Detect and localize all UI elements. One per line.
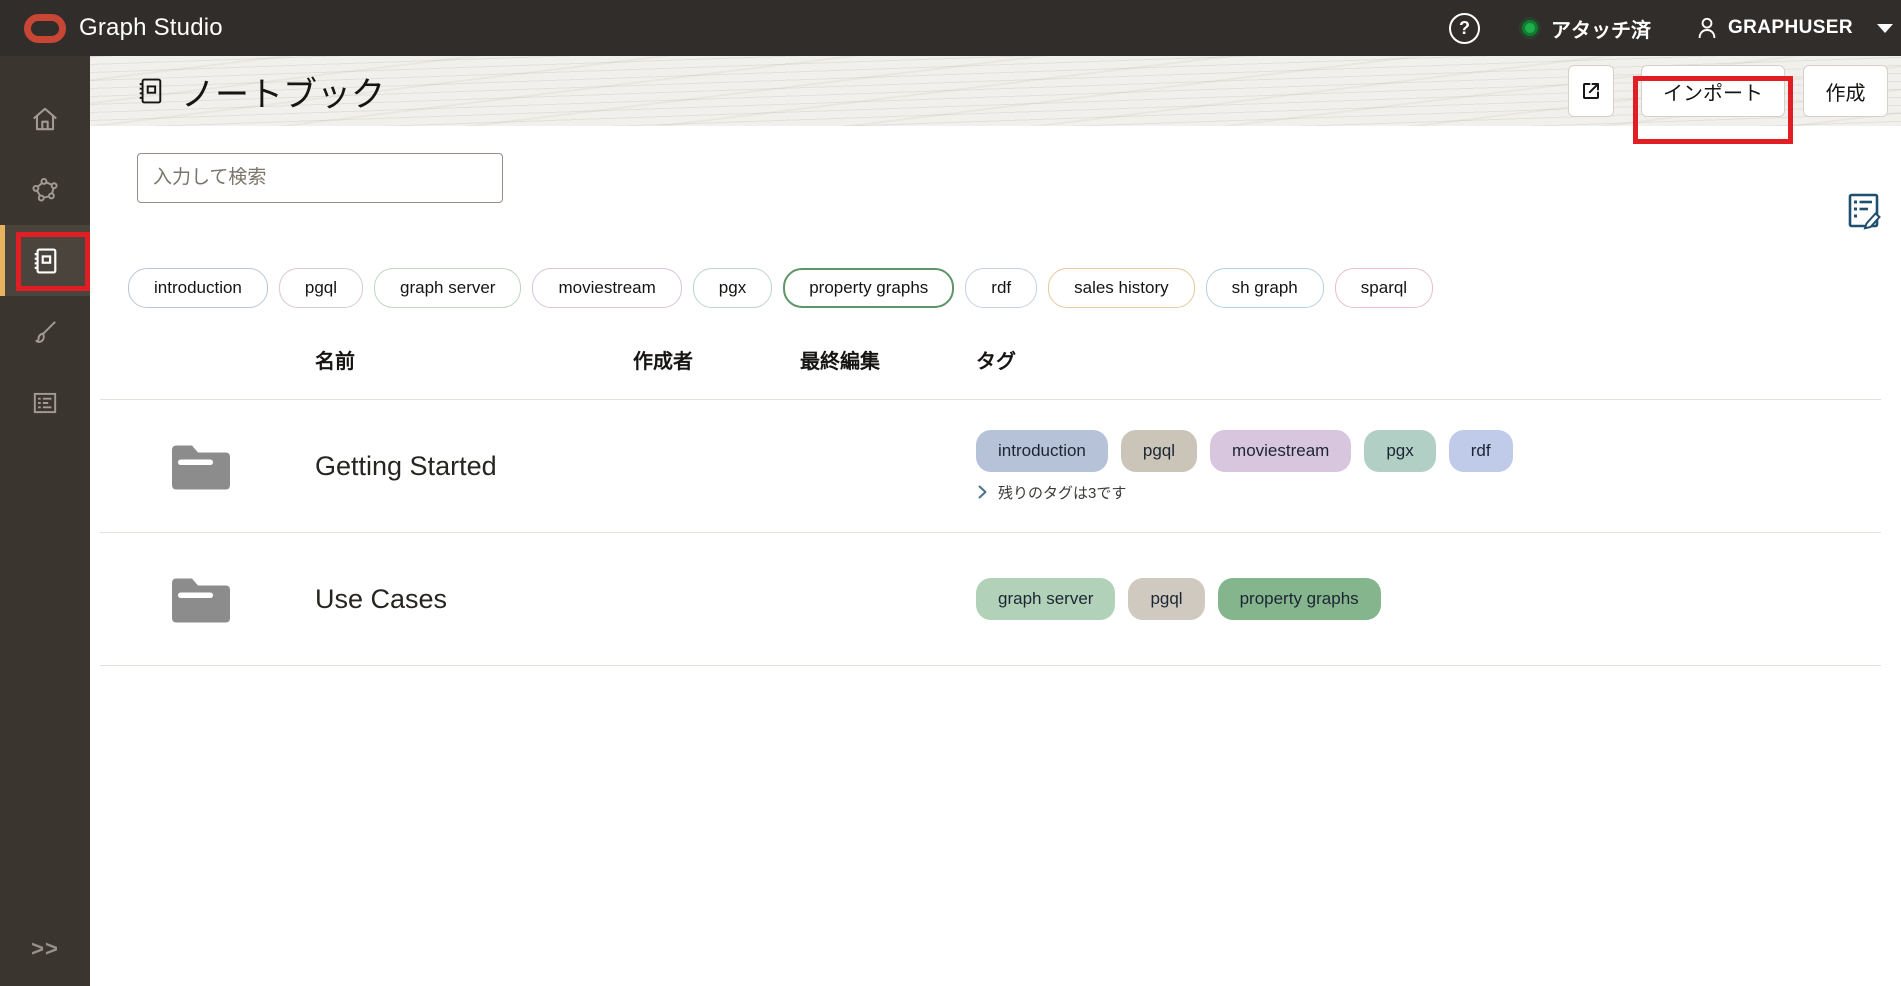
app-title: Graph Studio: [79, 14, 223, 42]
sidebar-item-home[interactable]: [0, 83, 90, 154]
sidebar: >>: [0, 56, 90, 986]
tag-chip-pgql: pgql: [1128, 578, 1204, 620]
row-name: Use Cases: [315, 584, 633, 615]
page-header: ノートブック インポート 作成: [90, 56, 1901, 126]
filter-tag-property-graphs[interactable]: property graphs: [783, 268, 954, 308]
jobs-icon: [30, 388, 60, 418]
table-row[interactable]: Getting Started introduction pgql moviestr…: [100, 400, 1881, 533]
status-label: アタッチ済: [1551, 14, 1651, 43]
design-brush-icon: [30, 317, 60, 347]
tag-chip-moviestream: moviestream: [1210, 430, 1351, 472]
row-tags: introduction pgql moviestream pgxrdf: [976, 430, 1881, 472]
chevron-down-icon: [1877, 24, 1893, 33]
sidebar-item-jobs[interactable]: [0, 367, 90, 438]
graph-model-icon: [30, 175, 60, 205]
list-edit-icon: [1845, 191, 1885, 231]
filter-tag-sparql[interactable]: sparql: [1335, 268, 1433, 308]
notebooks-table: 名前 作成者 最終編集 タグ Getting Started introduct…: [100, 308, 1881, 666]
table-header-row: 名前 作成者 最終編集 タグ: [100, 308, 1881, 400]
notebook-title-icon: [134, 75, 166, 107]
col-header-last-edited: 最終編集: [800, 345, 976, 374]
filter-tag-sh-graph[interactable]: sh graph: [1206, 268, 1324, 308]
create-button[interactable]: 作成: [1803, 65, 1888, 117]
col-header-tags: タグ: [976, 345, 1881, 374]
tag-chip-property-graphs: property graphs: [1218, 578, 1381, 620]
person-icon: [1695, 16, 1719, 40]
col-header-creator: 作成者: [633, 345, 800, 374]
search-input[interactable]: [137, 153, 503, 203]
filter-tag-moviestream[interactable]: moviestream: [532, 268, 681, 308]
topbar-right: ? アタッチ済 GRAPHUSER: [1449, 13, 1893, 44]
filter-tag-sales-history[interactable]: sales history: [1048, 268, 1194, 308]
page-title: ノートブック: [181, 67, 385, 116]
status-dot-icon: [1522, 20, 1538, 36]
tag-chip-introduction: introduction: [976, 430, 1108, 472]
attach-status[interactable]: アタッチ済: [1522, 14, 1651, 43]
more-tags-label: 残りのタグは3です: [998, 482, 1126, 503]
help-icon[interactable]: ?: [1449, 13, 1480, 44]
folder-icon: [168, 572, 234, 627]
filter-tag-graph-server[interactable]: graph server: [374, 268, 521, 308]
sidebar-item-design[interactable]: [0, 296, 90, 367]
user-menu[interactable]: GRAPHUSER: [1695, 16, 1893, 40]
main: ノートブック インポート 作成: [90, 56, 1901, 986]
table-row[interactable]: Use Cases graph server pgql property graph…: [100, 533, 1881, 666]
user-label: GRAPHUSER: [1728, 17, 1853, 39]
brand: Graph Studio: [24, 14, 223, 43]
col-header-name: 名前: [315, 345, 633, 374]
filter-tag-rdf[interactable]: rdf: [965, 268, 1037, 308]
tag-chip-rdf: rdf: [1449, 430, 1513, 472]
filter-tag-pgx[interactable]: pgx: [693, 268, 772, 308]
filter-tag-introduction[interactable]: introduction: [128, 268, 268, 308]
row-tags: graph server pgql property graphs: [976, 578, 1881, 620]
folder-cell: [168, 572, 315, 627]
row-name: Getting Started: [315, 451, 633, 482]
tag-chip-graph-server: graph server: [976, 578, 1115, 620]
notebooks-icon: [29, 245, 61, 277]
chevron-right-icon: [978, 485, 987, 499]
row-tags-cell: graph server pgql property graphs: [976, 564, 1881, 634]
folder-icon: [168, 439, 234, 494]
edit-list-button[interactable]: [1845, 191, 1885, 231]
filter-bar: introduction pgql graph server moviestream p…: [128, 268, 1901, 308]
home-icon: [30, 104, 60, 134]
sidebar-expand-button[interactable]: >>: [0, 936, 90, 962]
export-icon: [1579, 79, 1603, 103]
filter-tag-pgql[interactable]: pgql: [279, 268, 363, 308]
more-tags-toggle[interactable]: 残りのタグは3です: [978, 482, 1881, 503]
import-button[interactable]: インポート: [1641, 65, 1785, 117]
row-tags-cell: introduction pgql moviestream pgxrdf 残りのタグは…: [976, 416, 1881, 517]
content: introduction pgql graph server moviestream p…: [90, 126, 1901, 986]
tag-chip-pgql: pgql: [1121, 430, 1197, 472]
tag-chip-pgx: pgx: [1364, 430, 1435, 472]
folder-cell: [168, 439, 315, 494]
open-external-button[interactable]: [1568, 65, 1614, 117]
sidebar-item-graphs[interactable]: [0, 154, 90, 225]
sidebar-item-notebooks[interactable]: [0, 225, 90, 296]
page: Graph Studio ? アタッチ済 GRAPHUSER: [0, 0, 1901, 986]
oracle-logo-icon: [24, 14, 66, 43]
table-body: Getting Started introduction pgql moviestr…: [100, 400, 1881, 666]
